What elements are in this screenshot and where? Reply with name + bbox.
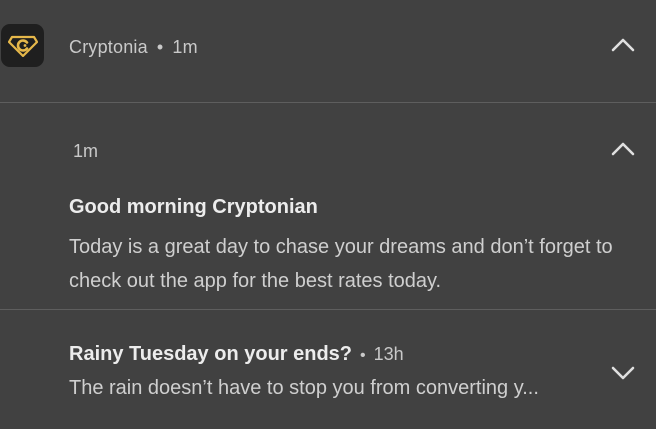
app-name: Cryptonia bbox=[69, 37, 148, 57]
separator-dot: • bbox=[156, 37, 164, 57]
cryptonia-logo-icon bbox=[1, 24, 44, 67]
notification-title: Good morning Cryptonian bbox=[69, 196, 318, 218]
separator-dot: • bbox=[360, 347, 366, 364]
notification-group: Cryptonia • 1m 1m Good morning Cryptonian … bbox=[0, 0, 656, 429]
notification-time: 1m bbox=[73, 141, 99, 161]
notification-body: Today is a great day to chase your dream… bbox=[69, 236, 613, 292]
app-name-row: Cryptonia • 1m bbox=[69, 37, 198, 58]
app-time: 1m bbox=[172, 37, 198, 57]
notification-title-row: Rainy Tuesday on your ends? • 13h bbox=[69, 343, 404, 366]
notification-body: The rain doesn’t have to stop you from c… bbox=[69, 377, 539, 399]
app-header[interactable]: Cryptonia • 1m bbox=[0, 0, 656, 102]
divider bbox=[0, 102, 656, 103]
divider bbox=[0, 309, 656, 310]
notification-time: 13h bbox=[373, 344, 404, 364]
notification-title: Rainy Tuesday on your ends? bbox=[69, 343, 353, 365]
chevron-down-icon[interactable] bbox=[610, 364, 636, 382]
chevron-up-icon[interactable] bbox=[610, 36, 636, 54]
chevron-up-icon[interactable] bbox=[610, 140, 636, 158]
